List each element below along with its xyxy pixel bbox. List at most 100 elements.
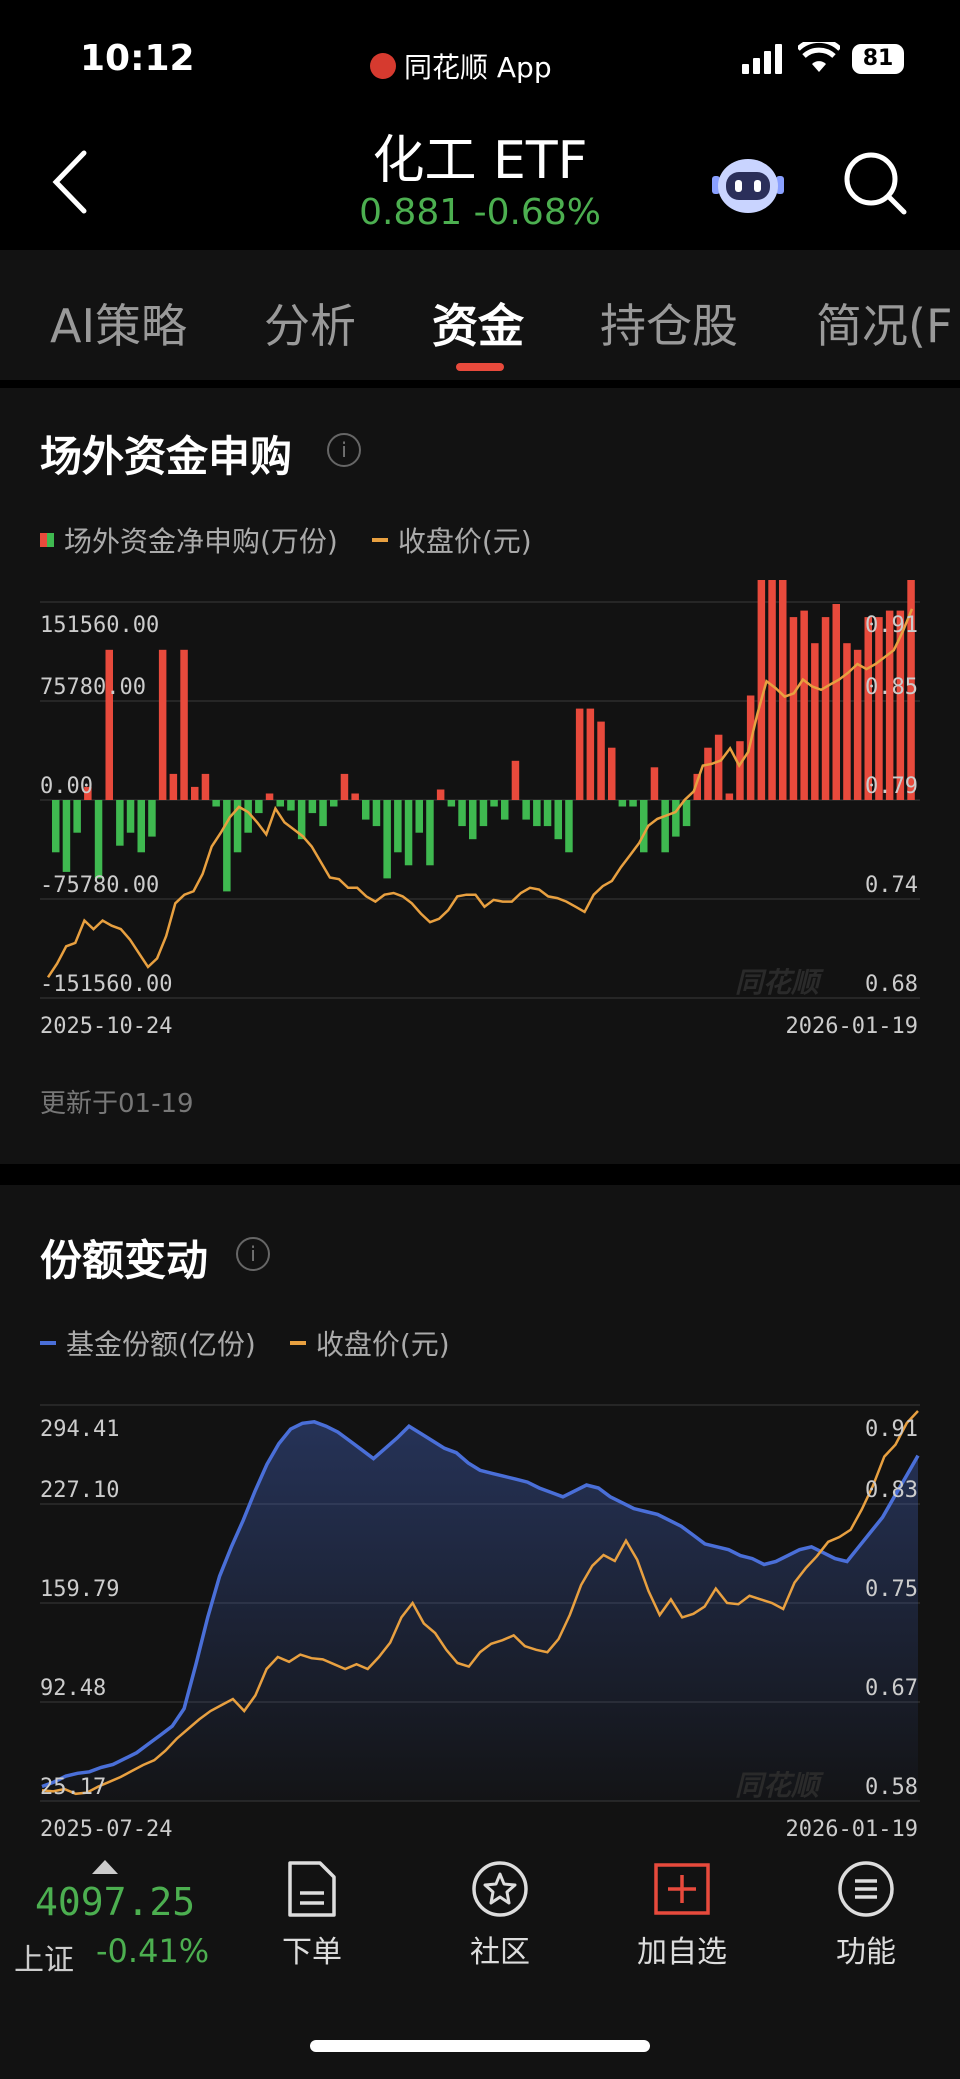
add-watchlist-label: 加自选 [637,1935,727,1970]
net-subscription-bar [672,800,680,837]
battery-indicator: 81 [852,44,904,74]
wifi-icon [798,42,840,72]
y-tick-left: 25.17 [40,1775,106,1800]
info-icon[interactable]: i [236,1237,270,1271]
y-tick-left: 159.79 [40,1577,119,1602]
y-tick-right: 0.58 [865,1775,918,1800]
y-tick-right: 0.85 [865,675,918,700]
bar-swatch-icon [40,533,54,547]
net-subscription-bar [94,800,103,879]
y-tick-left: 151560.00 [40,613,159,638]
section-title: 份额变动 [40,1236,209,1285]
net-subscription-bar [875,617,883,800]
net-subscription-bar [62,800,71,872]
y-tick-right: 0.68 [865,972,918,997]
net-subscription-bar [126,800,135,833]
y-tick-right: 0.75 [865,1577,918,1602]
signal-icon [742,44,782,74]
net-subscription-bar [618,800,627,807]
fund-title: 化工 ETF [372,131,588,191]
net-subscription-bar [469,800,477,840]
fund-shares-area [42,1421,918,1801]
legend-close-price: 收盘价(元) [397,525,532,558]
x-tick-end: 2026-01-19 [786,1817,918,1842]
y-tick-left: 294.41 [40,1417,119,1442]
net-subscription-bar [853,649,862,800]
star-circle-icon [472,1861,528,1917]
net-subscription-bar [725,793,734,800]
watermark: 同花顺 [735,966,824,999]
y-tick-right: 0.79 [865,774,918,799]
net-subscription-bar [533,800,541,827]
net-subscription-bar [148,800,156,837]
status-time: 10:12 [80,38,195,79]
share-change-chart: 294.41 227.10 159.79 92.48 25.17 0.91 0.… [40,1404,920,1842]
net-subscription-bar [864,617,872,800]
net-subscription-bar [73,800,81,833]
net-subscription-bar [714,734,723,800]
y-tick-right: 0.91 [865,1417,918,1442]
expand-up-icon[interactable] [92,1860,118,1874]
net-subscription-bar [265,793,274,800]
line-swatch-icon [40,1341,56,1345]
net-subscription-bar [811,643,819,800]
home-indicator[interactable] [310,2040,650,2052]
functions-label: 功能 [836,1935,896,1970]
net-subscription-bar [704,747,712,800]
net-subscription-bar [608,747,616,800]
tab-funds[interactable]: 资金 [432,290,524,356]
net-subscription-bar [308,800,317,814]
net-subscription-bar [565,800,573,853]
net-subscription-bar [575,708,584,800]
net-subscription-bar [789,617,798,800]
document-icon [288,1861,336,1917]
net-subscription-bar [682,800,691,827]
net-subscription-bar [362,800,370,820]
y-tick-left: 227.10 [40,1478,119,1503]
community-label: 社区 [470,1935,530,1970]
y-tick-right: 0.91 [865,613,918,638]
x-tick-end: 2026-01-19 [786,1014,918,1039]
net-subscription-bar [800,610,808,800]
updated-time: 更新于01-19 [40,1089,194,1119]
index-change: -0.41% [96,1932,210,1970]
x-tick-start: 2025-07-24 [40,1817,172,1842]
net-subscription-bar [543,800,552,827]
net-subscription-bar [212,800,220,807]
net-subscription-bar [586,708,595,800]
net-subscription-bar [116,800,124,846]
net-subscription-bar [885,610,894,800]
net-subscription-bar [843,643,851,800]
legend-fund-shares: 基金份额(亿份) [66,1328,256,1361]
offsite-subscription-chart: 151560.00 75780.00 0.00 -75780.00 -15156… [40,580,920,1039]
net-subscription-bar [223,800,231,892]
net-subscription-bar [340,773,349,800]
add-box-icon [654,1863,710,1915]
tab-ai-strategy[interactable]: AI策略 [50,290,187,356]
y-tick-left: -75780.00 [40,873,159,898]
tab-holdings[interactable]: 持仓股 [600,290,738,356]
section-title: 场外资金申购 [40,432,293,481]
net-subscription-bar [629,800,637,807]
legend-net-subscription: 场外资金净申购(万份) [64,525,338,558]
net-subscription-bar [522,800,530,820]
info-icon[interactable]: i [327,433,361,467]
index-value[interactable]: 4097.25 [35,1880,195,1924]
net-subscription-bar [736,741,744,800]
net-subscription-bar [597,721,605,800]
y-tick-right: 0.83 [865,1478,918,1503]
tab-analysis[interactable]: 分析 [264,290,356,356]
ai-robot-icon[interactable] [708,150,788,220]
chart-legend: 基金份额(亿份) 收盘价(元) [40,1323,450,1363]
net-subscription-bar [287,800,295,811]
net-subscription-bar [319,800,327,827]
tab-profile[interactable]: 简况(F [816,290,952,356]
status-app: 同花顺 App [370,46,552,86]
search-icon[interactable] [842,150,908,216]
net-subscription-bar [426,800,434,866]
net-subscription-bar [105,649,113,800]
status-app-label: 同花顺 App [404,51,552,84]
y-tick-left: 0.00 [40,774,93,799]
y-tick-left: 75780.00 [40,675,146,700]
net-subscription-bar [276,800,284,807]
